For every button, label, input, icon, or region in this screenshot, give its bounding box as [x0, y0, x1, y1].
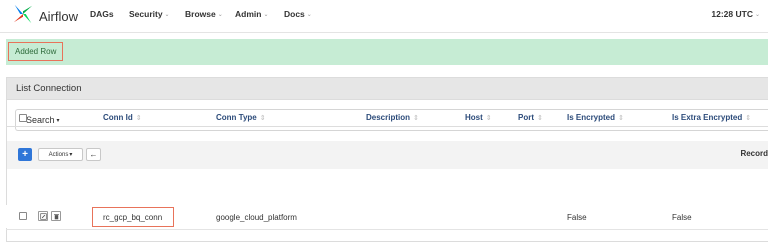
- column-header-conn-type[interactable]: Conn Type ⇕: [216, 113, 266, 122]
- alert-message: Added Row: [15, 47, 57, 56]
- nav-security-label: Security: [129, 9, 163, 19]
- nav-security[interactable]: Security ⌄: [129, 9, 170, 19]
- nav-browse-label: Browse: [185, 9, 216, 19]
- panel-title: List Connection: [16, 83, 82, 94]
- column-header-label: Is Extra Encrypted: [672, 113, 743, 122]
- conn-type-cell: google_cloud_platform: [216, 213, 297, 222]
- sort-icon: ⇕: [618, 114, 624, 122]
- search-label: Search: [26, 115, 55, 125]
- add-record-button[interactable]: +: [18, 148, 32, 161]
- select-all-checkbox[interactable]: [19, 114, 27, 122]
- edit-icon: [39, 212, 47, 220]
- chevron-down-icon: ⌄: [306, 11, 312, 18]
- sort-icon: ⇕: [413, 114, 419, 122]
- is-encrypted-cell: False: [567, 213, 587, 222]
- nav-admin[interactable]: Admin ⌄: [235, 9, 268, 19]
- airflow-logo-link[interactable]: Airflow: [12, 3, 79, 30]
- column-header-conn-id[interactable]: Conn Id ⇕: [103, 113, 142, 122]
- chevron-down-icon: ⌄: [164, 11, 170, 18]
- column-header-label: Conn Id: [103, 113, 133, 122]
- nav-browse[interactable]: Browse ⌄: [185, 9, 223, 19]
- nav-dags[interactable]: DAGs: [90, 9, 114, 19]
- arrow-left-icon: ←: [89, 150, 98, 159]
- column-header-is-extra-encrypted[interactable]: Is Extra Encrypted ⇕: [672, 113, 751, 122]
- caret-down-icon: ▾: [56, 117, 60, 124]
- row-select-checkbox[interactable]: [19, 212, 27, 220]
- success-alert: Added Row: [6, 39, 768, 65]
- chevron-down-icon: ⌄: [217, 11, 223, 18]
- top-navbar: Airflow DAGs Security ⌄ Browse ⌄ Admin ⌄…: [0, 0, 768, 33]
- column-header-host[interactable]: Host ⇕: [465, 113, 492, 122]
- is-extra-encrypted-cell: False: [672, 213, 692, 222]
- column-header-label: Port: [518, 113, 534, 122]
- column-header-label: Host: [465, 113, 483, 122]
- plus-icon: +: [22, 149, 28, 160]
- alert-message-highlight: Added Row: [8, 42, 64, 61]
- list-toolbar: + Actions ▾ ← Record: [7, 141, 768, 169]
- sort-icon: ⇕: [485, 114, 492, 122]
- sort-icon: ⇕: [259, 114, 266, 122]
- back-button[interactable]: ←: [86, 148, 101, 161]
- edit-record-button[interactable]: [38, 211, 48, 221]
- sort-icon: ⇕: [537, 114, 543, 122]
- nav-dags-label: DAGs: [90, 9, 114, 19]
- conn-id-value: rc_gcp_bq_conn: [103, 212, 163, 222]
- column-header-label: Is Encrypted: [567, 113, 616, 122]
- airflow-pinwheel-icon: [12, 3, 34, 30]
- sort-icon: ⇕: [135, 114, 142, 122]
- trash-icon: [53, 213, 59, 219]
- nav-admin-label: Admin: [235, 9, 262, 19]
- column-header-label: Description: [366, 113, 411, 122]
- caret-down-icon: ▾: [69, 152, 73, 158]
- actions-dropdown-button[interactable]: Actions ▾: [38, 148, 83, 161]
- header-divider: [6, 126, 768, 127]
- nav-docs[interactable]: Docs ⌄: [284, 9, 312, 19]
- conn-id-cell[interactable]: rc_gcp_bq_conn: [92, 207, 174, 227]
- row-divider: [6, 229, 768, 230]
- record-count-label: Record: [740, 149, 768, 158]
- utc-clock[interactable]: 12:28 UTC ⌄: [711, 9, 760, 19]
- utc-clock-label: 12:28 UTC: [711, 9, 753, 19]
- panel-heading: List Connection: [7, 78, 768, 100]
- nav-docs-label: Docs: [284, 9, 305, 19]
- delete-record-button[interactable]: [51, 211, 61, 221]
- chevron-down-icon: ⌄: [754, 11, 760, 18]
- column-header-label: Conn Type: [216, 113, 257, 122]
- chevron-down-icon: ⌄: [263, 11, 269, 18]
- sort-icon: ⇕: [745, 114, 752, 122]
- column-header-is-encrypted[interactable]: Is Encrypted ⇕: [567, 113, 624, 122]
- column-header-port[interactable]: Port ⇕: [518, 113, 543, 122]
- brand-name: Airflow: [39, 8, 79, 24]
- column-header-description[interactable]: Description ⇕: [366, 113, 419, 122]
- actions-label: Actions: [48, 151, 69, 158]
